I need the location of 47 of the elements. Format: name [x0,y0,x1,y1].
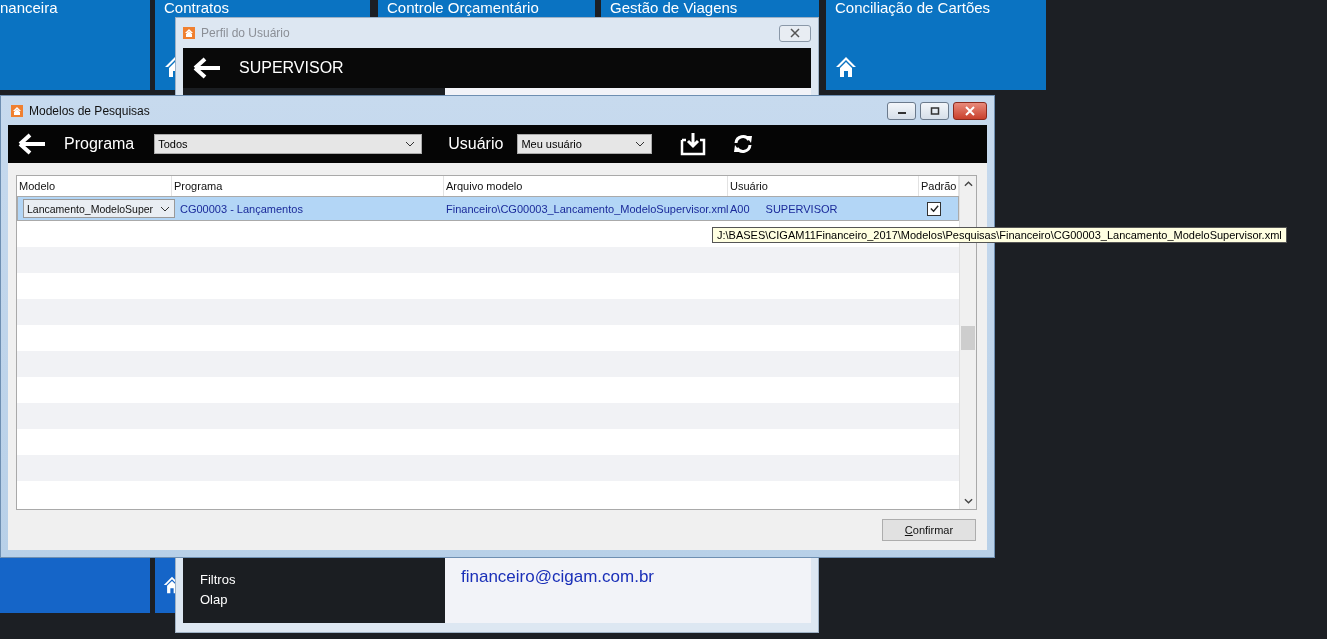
close-icon [965,105,975,116]
window-title: Modelos de Pesquisas [29,103,150,118]
menu-item[interactable]: Olap [200,592,445,607]
scroll-up-icon[interactable] [963,181,973,187]
window-title: Perfil do Usuário [201,26,290,40]
program-dropdown[interactable]: Todos [154,134,423,154]
tile-label: Controle Orçamentário [387,0,539,16]
close-button[interactable] [953,101,987,120]
download-icon[interactable] [680,132,707,156]
user-name: SUPERVISOR [239,59,344,77]
app-icon [11,104,23,117]
maximize-icon [929,106,940,115]
checkbox[interactable] [927,201,942,216]
email-text: financeiro@cigam.com.br [461,567,655,587]
app-tile[interactable] [0,557,150,613]
menu-item[interactable]: Filtros [200,572,445,587]
tile-label: nanceira [0,0,58,16]
table-cell-text: CG00003 - Lançamentos [179,202,304,215]
table-cell: A00 [730,202,750,215]
caret-icon [405,141,416,147]
tile-label: Contratos [164,0,230,16]
maximize-button[interactable] [920,101,949,120]
user-dropdown[interactable]: Meu usuário [517,134,653,154]
tile-label: Conciliação de Cartões [835,0,991,16]
scroll-down-icon[interactable] [963,498,973,504]
close-button[interactable] [779,24,811,42]
house-icon [835,56,857,78]
user-label: Usuário [448,135,504,153]
model-dropdown[interactable]: Lancamento_ModeloSuper [23,199,175,218]
table-row[interactable]: Lancamento_ModeloSuper CG00003 - Lançamentos Financeiro\CG00003_Lancamento_ModeloSupervisor.xmlA00 SUPERVISOR [17,196,959,221]
back-arrow-icon[interactable] [193,57,221,79]
tooltip: J:\BASES\CIGAM11Financeiro_2017\Modelos\Pesquisas\Financeiro\CG00003_Lancamento_ModeloSupervisor.xml [712,227,1287,243]
confirm-button[interactable]: Confirmar [882,519,976,541]
app-icon [183,27,195,39]
refresh-icon[interactable] [732,133,755,155]
program-label: Programa [64,135,135,153]
caret-icon [160,205,170,212]
table-cell-text: Financeiro\CG00003_Lancamento_ModeloSupervisor.xml [445,202,726,215]
caret-icon [635,141,646,147]
tile-label: Gestão de Viagens [610,0,738,16]
scroll-thumb[interactable] [961,326,975,350]
back-arrow-icon[interactable] [18,133,46,155]
minimize-button[interactable] [887,101,916,120]
close-icon [790,28,800,38]
app-tile[interactable]: Conciliação de Cartões [826,0,1046,90]
table-cell: SUPERVISOR [765,202,838,215]
app-tile[interactable]: nanceira [0,0,150,90]
